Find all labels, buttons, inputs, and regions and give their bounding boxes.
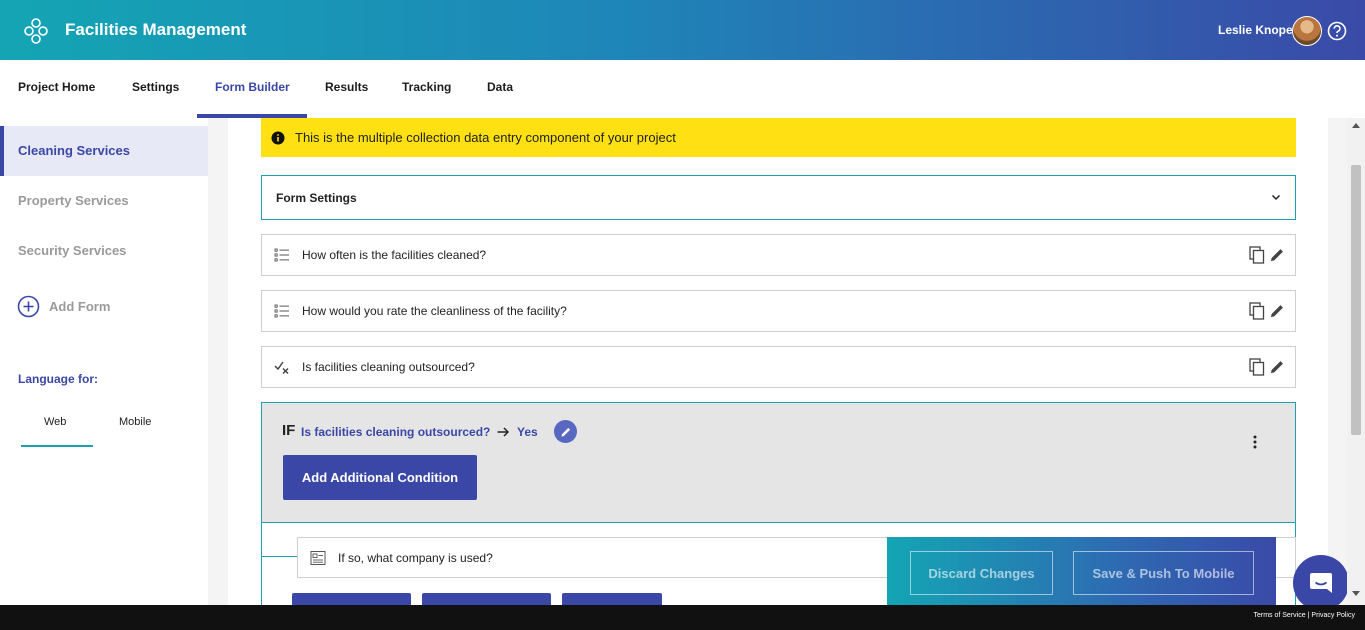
tab-tracking[interactable]: Tracking xyxy=(402,80,451,94)
list-icon xyxy=(274,248,289,262)
arrow-right-icon xyxy=(497,427,510,437)
add-section-button[interactable] xyxy=(562,593,662,605)
question-text: If so, what company is used? xyxy=(338,550,493,565)
user-name[interactable]: Leslie Knope xyxy=(1218,23,1293,37)
question-text: How would you rate the cleanliness of th… xyxy=(302,304,567,318)
chat-launcher[interactable] xyxy=(1293,555,1349,611)
add-form-label: Add Form xyxy=(49,298,111,314)
language-tab-indicator xyxy=(21,445,93,447)
privacy-link[interactable]: Privacy Policy xyxy=(1311,612,1355,619)
sidebar-item-cleaning-services[interactable]: Cleaning Services xyxy=(0,126,208,176)
top-bar: Facilities Management Leslie Knope xyxy=(0,0,1365,60)
question-row[interactable]: How often is the facilities cleaned? xyxy=(261,234,1296,276)
language-tab-web[interactable]: Web xyxy=(44,416,66,428)
scroll-down-arrow[interactable] xyxy=(1352,591,1360,596)
sidebar: Cleaning Services Property Services Secu… xyxy=(0,118,208,605)
avatar[interactable] xyxy=(1292,16,1322,46)
language-label: Language for: xyxy=(18,372,98,386)
tab-form-builder[interactable]: Form Builder xyxy=(215,80,290,94)
scroll-up-arrow[interactable] xyxy=(1352,123,1360,128)
if-label: IF xyxy=(282,422,296,439)
pencil-icon xyxy=(561,427,570,436)
add-form-button[interactable]: Add Form xyxy=(17,294,110,318)
tab-results[interactable]: Results xyxy=(325,80,368,94)
tab-project-home[interactable]: Project Home xyxy=(18,80,95,94)
add-additional-condition-button[interactable]: Add Additional Condition xyxy=(283,455,477,500)
list-icon xyxy=(274,304,289,318)
nav-bar: Project Home Settings Form Builder Resul… xyxy=(0,60,1365,118)
condition-block: IF Is facilities cleaning outsourced? Ye… xyxy=(261,402,1296,523)
pencil-icon[interactable] xyxy=(1269,302,1285,320)
app-title: Facilities Management xyxy=(65,20,247,39)
question-row[interactable]: How would you rate the cleanliness of th… xyxy=(261,290,1296,332)
question-row[interactable]: Is facilities cleaning outsourced? xyxy=(261,346,1296,388)
pencil-icon[interactable] xyxy=(1269,246,1285,264)
save-panel: Discard Changes Save & Push To Mobile xyxy=(887,537,1276,605)
condition-question: Is facilities cleaning outsourced? xyxy=(301,425,491,439)
sidebar-item-property-services[interactable]: Property Services xyxy=(0,176,208,226)
language-tab-mobile[interactable]: Mobile xyxy=(119,416,151,428)
text-field-icon xyxy=(310,550,326,565)
copy-icon[interactable] xyxy=(1249,358,1265,376)
copy-icon[interactable] xyxy=(1249,246,1265,264)
question-text: How often is the facilities cleaned? xyxy=(302,248,487,262)
copy-icon[interactable] xyxy=(1249,302,1265,320)
logo-icon xyxy=(24,18,48,44)
yes-no-icon xyxy=(274,361,289,375)
discard-changes-button[interactable]: Discard Changes xyxy=(910,551,1053,595)
form-settings-label: Form Settings xyxy=(276,190,357,205)
add-question-button[interactable] xyxy=(292,593,411,605)
info-banner: This is the multiple collection data ent… xyxy=(261,118,1296,157)
tree-connector xyxy=(262,533,298,557)
footer: Terms of Service | Privacy Policy xyxy=(0,605,1365,630)
save-push-mobile-button[interactable]: Save & Push To Mobile xyxy=(1073,551,1254,595)
banner-text: This is the multiple collection data ent… xyxy=(295,130,676,145)
edit-condition-button[interactable] xyxy=(554,420,577,443)
help-icon[interactable] xyxy=(1327,21,1347,41)
add-condition-button[interactable] xyxy=(422,593,551,605)
add-circle-icon xyxy=(17,295,40,317)
terms-link[interactable]: Terms of Service xyxy=(1253,612,1305,619)
scroll-thumb[interactable] xyxy=(1351,165,1361,435)
condition-value: Yes xyxy=(517,425,538,439)
sidebar-item-security-services[interactable]: Security Services xyxy=(0,226,208,276)
chevron-down-icon[interactable] xyxy=(1269,190,1283,204)
more-options-icon[interactable] xyxy=(1252,435,1258,449)
form-settings-accordion[interactable]: Form Settings xyxy=(261,175,1296,220)
info-icon xyxy=(271,131,285,144)
tab-settings[interactable]: Settings xyxy=(132,80,179,94)
page-scrollbar[interactable] xyxy=(1347,118,1365,605)
pencil-icon[interactable] xyxy=(1269,358,1285,376)
chat-icon xyxy=(1310,573,1332,593)
tab-data[interactable]: Data xyxy=(487,80,513,94)
question-text: Is facilities cleaning outsourced? xyxy=(302,360,475,374)
